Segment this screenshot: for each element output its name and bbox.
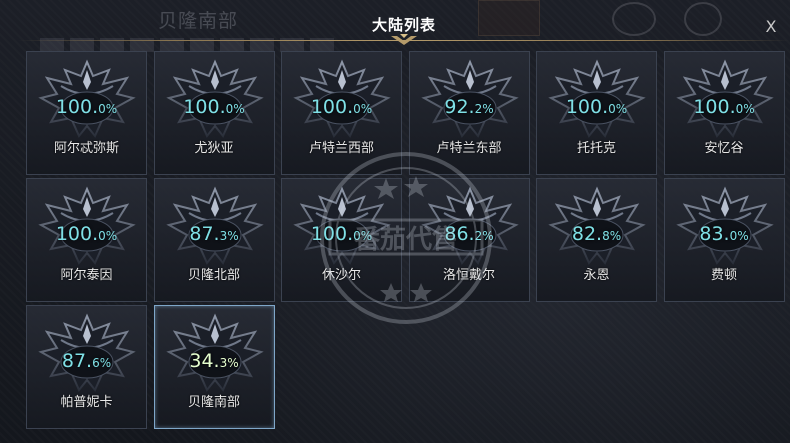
- continent-tile[interactable]: 100.0% 安忆谷: [663, 51, 785, 175]
- completion-percent: 87.6%: [27, 350, 146, 372]
- completion-percent: 87.3%: [155, 223, 274, 245]
- percent-integer: 100.: [565, 96, 609, 118]
- continent-name: 托托克: [576, 141, 616, 156]
- continent-tile[interactable]: 100.0% 托托克: [536, 51, 657, 175]
- continent-name: 永恩: [583, 268, 610, 283]
- continent-name: 帕普妮卡: [60, 395, 113, 410]
- continent-name: 洛恒戴尔: [442, 268, 495, 283]
- continent-name: 卢特兰西部: [308, 141, 374, 156]
- percent-decimal: 0%: [353, 102, 373, 116]
- continent-tile[interactable]: 87.3% 贝隆北部: [153, 178, 275, 302]
- completion-percent: 100.0%: [27, 96, 146, 118]
- percent-decimal: 8%: [602, 229, 622, 243]
- completion-percent: 100.0%: [282, 96, 401, 118]
- continent-tile[interactable]: 87.6% 帕普妮卡: [26, 305, 147, 429]
- percent-decimal: 3%: [219, 356, 239, 370]
- percent-integer: 100.: [310, 223, 354, 245]
- continent-name: 安忆谷: [704, 141, 744, 156]
- percent-integer: 100.: [183, 96, 226, 118]
- completion-percent: 100.0%: [537, 96, 656, 118]
- continent-name: 阿尔泰因: [60, 268, 113, 283]
- percent-integer: 83.: [699, 223, 730, 245]
- completion-percent: 82.8%: [537, 223, 656, 245]
- percent-decimal: 0%: [729, 229, 749, 243]
- completion-percent: 100.0%: [665, 96, 784, 118]
- continent-name: 贝隆北部: [187, 268, 240, 283]
- percent-integer: 100.: [693, 96, 736, 118]
- continent-name: 阿尔忒弥斯: [53, 141, 119, 156]
- title-ornament-icon: [391, 34, 417, 45]
- continent-tile[interactable]: 86.2% 洛恒戴尔: [408, 178, 530, 302]
- continent-name: 休沙尔: [321, 268, 361, 283]
- percent-decimal: 6%: [92, 356, 112, 370]
- completion-percent: 100.0%: [155, 96, 274, 118]
- percent-decimal: 2%: [474, 229, 494, 243]
- percent-integer: 100.: [310, 96, 354, 118]
- continent-tile[interactable]: 100.0% 阿尔忒弥斯: [26, 51, 147, 175]
- completion-percent: 100.0%: [282, 223, 401, 245]
- percent-integer: 92.: [444, 96, 475, 118]
- dialog-titlebar: 大陆列表 X: [18, 6, 790, 45]
- percent-decimal: 0%: [735, 102, 755, 116]
- continent-tile[interactable]: 100.0% 卢特兰西部: [281, 51, 402, 175]
- continent-tile[interactable]: 82.8% 永恩: [536, 178, 657, 302]
- percent-decimal: 3%: [219, 229, 239, 243]
- percent-decimal: 0%: [98, 229, 118, 243]
- continent-tile[interactable]: 92.2% 卢特兰东部: [408, 51, 530, 175]
- percent-decimal: 0%: [98, 102, 118, 116]
- continent-tile[interactable]: 34.3% 贝隆南部: [153, 305, 275, 429]
- percent-integer: 82.: [571, 223, 603, 245]
- completion-percent: 34.3%: [155, 350, 274, 372]
- continent-name: 卢特兰东部: [436, 141, 502, 156]
- completion-percent: 92.2%: [410, 96, 529, 118]
- percent-decimal: 0%: [353, 229, 373, 243]
- continent-tile[interactable]: 100.0% 休沙尔: [281, 178, 402, 302]
- percent-integer: 100.: [55, 96, 99, 118]
- continent-tile[interactable]: 100.0% 阿尔泰因: [26, 178, 147, 302]
- continent-tile[interactable]: 100.0% 尤狄亚: [153, 51, 275, 175]
- close-button[interactable]: X: [760, 16, 782, 38]
- continent-tile[interactable]: 83.0% 费顿: [663, 178, 785, 302]
- completion-percent: 100.0%: [27, 223, 146, 245]
- percent-decimal: 0%: [225, 102, 245, 116]
- percent-integer: 100.: [55, 223, 99, 245]
- continent-name: 费顿: [710, 268, 737, 283]
- percent-decimal: 0%: [608, 102, 628, 116]
- continent-name: 尤狄亚: [194, 141, 234, 156]
- percent-integer: 87.: [189, 223, 220, 245]
- percent-integer: 87.: [61, 350, 93, 372]
- percent-integer: 86.: [444, 223, 475, 245]
- percent-integer: 34.: [189, 350, 220, 372]
- percent-decimal: 2%: [474, 102, 494, 116]
- completion-percent: 86.2%: [410, 223, 529, 245]
- completion-percent: 83.0%: [665, 223, 784, 245]
- continent-name: 贝隆南部: [187, 395, 240, 410]
